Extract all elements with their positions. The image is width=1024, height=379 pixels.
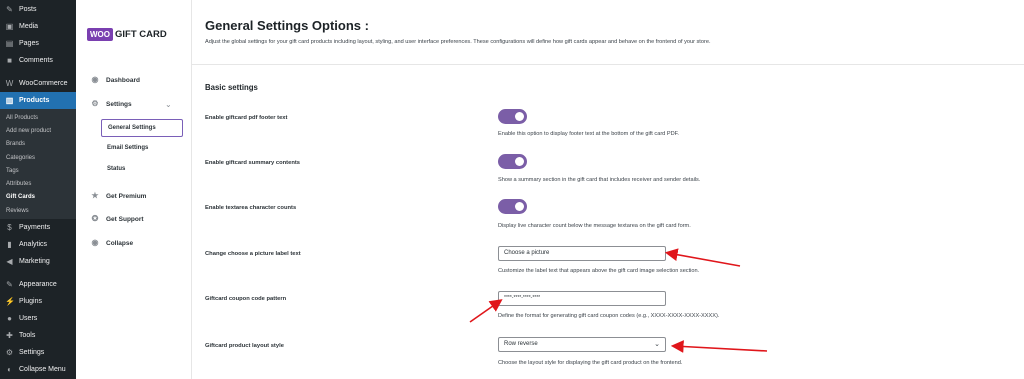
annotation-arrows [469, 248, 768, 353]
annotation-arrow [469, 299, 503, 323]
annotation-arrow [670, 340, 768, 353]
annotation-arrow [664, 248, 741, 267]
